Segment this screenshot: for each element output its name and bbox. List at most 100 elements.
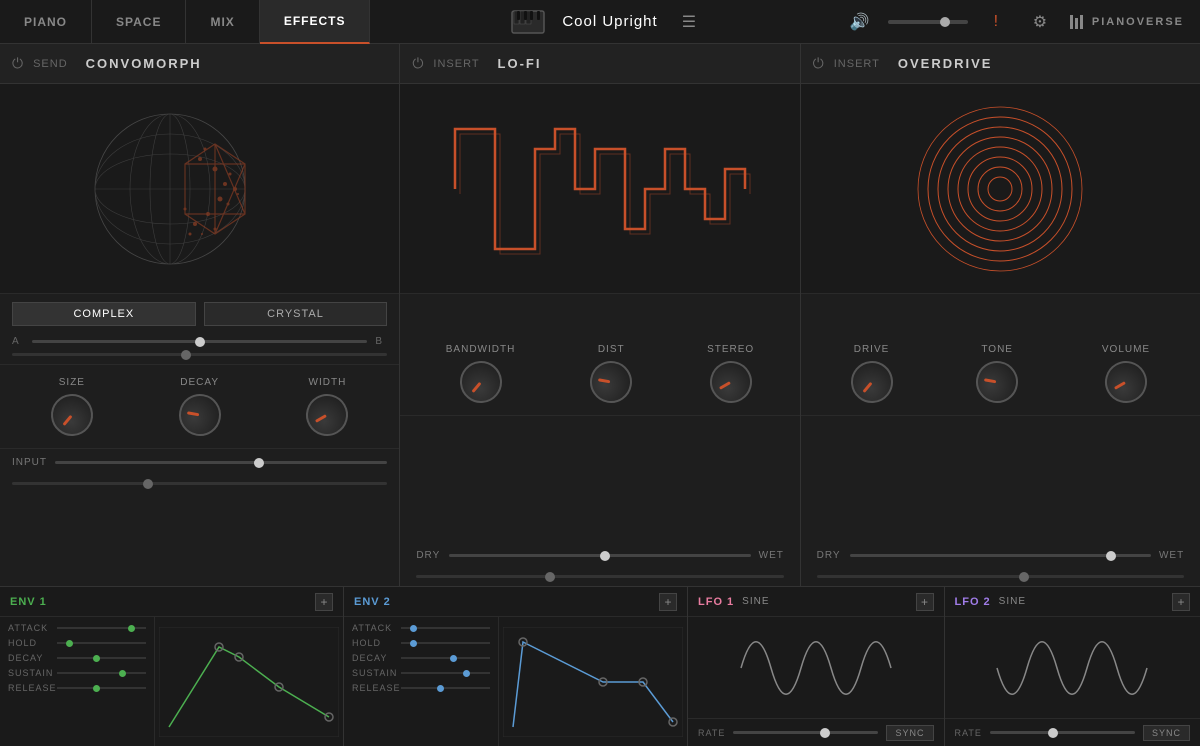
lfo1-rate-slider[interactable] [733,731,878,734]
pianoverse-logo: PIANOVERSE [1068,13,1184,31]
hamburger-button[interactable]: ☰ [674,8,704,36]
sphere-viz [60,89,340,289]
tone-knob[interactable] [973,358,1022,407]
overdrive-sub-slider[interactable] [817,575,1184,578]
env1-decay-slider[interactable] [57,657,146,659]
overdrive-dry-label: DRY [817,550,842,561]
preset-name: Cool Upright [562,13,657,30]
env2-viz [503,627,683,737]
input-slider[interactable] [55,461,387,464]
stereo-label: STEREO [707,344,754,355]
overdrive-drywet-slider[interactable] [850,554,1151,557]
lofi-sub-slider[interactable] [416,575,783,578]
env2-attack-row: ATTACK [352,623,490,633]
env2-release-slider[interactable] [401,687,490,689]
env1-release-label: RELEASE [8,683,53,693]
input-sub-slider[interactable] [12,482,387,485]
bandwidth-knob[interactable] [451,352,510,411]
env2-sustain-row: SUSTAIN [352,668,490,678]
settings-button[interactable]: ⚙ [1024,6,1056,38]
overdrive-power-btn[interactable]: ⏻ [813,55,824,72]
env2-sustain-slider[interactable] [401,672,490,674]
nav-center: Cool Upright ☰ [370,8,843,36]
volume-button[interactable]: 🔊 [844,6,876,38]
ab-slider-row: A B [12,336,387,347]
lofi-knobs: BANDWIDTH DIST STEREO [400,294,799,416]
env2-release-row: RELEASE [352,683,490,693]
convomorph-power-btn[interactable]: ⏻ [12,55,23,72]
env1-sustain-slider[interactable] [57,672,146,674]
size-knob[interactable] [42,385,101,444]
lfo1-rate-thumb [820,728,830,738]
lfo2-plus-btn[interactable]: + [1172,593,1190,611]
lfo2-rate-slider[interactable] [990,731,1135,734]
ab-slider[interactable] [32,340,367,343]
env1-plus-btn[interactable]: + [315,593,333,611]
env1-attack-slider[interactable] [57,627,146,629]
env2-decay-row: DECAY [352,653,490,663]
size-label: SIZE [59,377,85,388]
tab-mix[interactable]: MIX [186,0,259,44]
preset-buttons: COMPLEX CRYSTAL [12,302,387,326]
lofi-drywet-slider[interactable] [449,554,750,557]
lfo1-sync-btn[interactable]: SYNC [886,725,933,741]
overdrive-visualizer [801,84,1200,294]
lofi-dry-label: DRY [416,550,441,561]
lfo1-type: SINE [742,596,769,607]
convomorph-visualizer [0,84,399,294]
lfo2-title: LFO 2 [955,596,991,608]
dist-knob[interactable] [587,358,636,407]
lfo1-plus-btn[interactable]: + [916,593,934,611]
drive-knob[interactable] [842,352,901,411]
a-label: A [12,336,24,347]
dist-knob-group: DIST [590,344,632,403]
env2-hold-label: HOLD [352,638,397,648]
decay-knob[interactable] [175,391,224,440]
width-knob[interactable] [299,386,356,443]
env1-attack-label: ATTACK [8,623,53,633]
env2-plus-btn[interactable]: + [659,593,677,611]
drive-label: DRIVE [854,344,890,355]
tab-effects[interactable]: EFFECTS [260,0,371,44]
tab-piano[interactable]: PIANO [0,0,92,44]
bandwidth-label: BANDWIDTH [446,344,516,355]
env1-hold-slider[interactable] [57,642,146,644]
lofi-power-btn[interactable]: ⏻ [412,55,423,72]
env2-release-label: RELEASE [352,683,397,693]
env2-hold-slider[interactable] [401,642,490,644]
env2-attack-slider[interactable] [401,627,490,629]
stereo-knob[interactable] [702,353,759,410]
env1-sustain-label: SUSTAIN [8,668,53,678]
convomorph-controls: COMPLEX CRYSTAL A B [0,294,399,365]
env1-decay-label: DECAY [8,653,53,663]
tab-space[interactable]: SPACE [92,0,186,44]
env1-header: ENV 1 + [0,587,343,617]
overdrive-sub-thumb [1019,572,1029,582]
sub-slider[interactable] [12,353,387,356]
input-label: INPUT [12,457,47,468]
preset-complex-btn[interactable]: COMPLEX [12,302,196,326]
env2-hold-row: HOLD [352,638,490,648]
env1-body: ATTACK HOLD DECAY [0,617,343,746]
env1-release-slider[interactable] [57,687,146,689]
env1-sustain-row: SUSTAIN [8,668,146,678]
env2-sustain-label: SUSTAIN [352,668,397,678]
preset-crystal-btn[interactable]: CRYSTAL [204,302,388,326]
overdrive-knobs: DRIVE TONE VOLUME [801,294,1200,416]
env2-hold-thumb [410,640,417,647]
lfo2-sync-btn[interactable]: SYNC [1143,725,1190,741]
volume-label: VOLUME [1102,344,1150,355]
lfo1-title: LFO 1 [698,596,734,608]
lofi-waveform-viz [425,89,775,289]
volume-slider[interactable] [888,20,968,24]
lofi-visualizer [400,84,799,294]
convomorph-knobs: SIZE DECAY WIDTH [0,365,399,449]
lfo2-rate-label: RATE [955,728,982,738]
pianoverse-icon [1068,13,1086,31]
info-button[interactable]: ! [980,6,1012,38]
dist-label: DIST [598,344,625,355]
env2-decay-thumb [450,655,457,662]
env2-decay-slider[interactable] [401,657,490,659]
volume-knob[interactable] [1097,353,1154,410]
lfo1-bottom: RATE SYNC [688,718,944,746]
